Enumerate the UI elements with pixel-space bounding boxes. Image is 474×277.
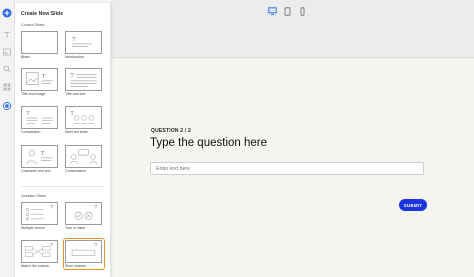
match-column-layout-icon [21, 240, 58, 263]
true-false-layout-icon [65, 202, 102, 225]
layout-label: Short answer [65, 264, 87, 268]
comparison-layout-icon [21, 106, 58, 129]
layout-label: Comparison [21, 130, 41, 134]
layout-label: Title and image [21, 92, 46, 96]
layout-label: Multiple choice [21, 226, 45, 230]
meet-team-layout-icon [65, 106, 102, 129]
title-image-layout-icon [21, 68, 58, 91]
grid-icon[interactable] [2, 79, 12, 91]
layout-card-title-image[interactable]: Title and image [21, 68, 59, 96]
desktop-icon[interactable] [267, 6, 277, 16]
media-icon[interactable] [2, 44, 12, 56]
device-switcher [267, 5, 307, 17]
tablet-icon[interactable] [282, 6, 292, 16]
layout-label: Conversation [65, 169, 87, 173]
text-icon[interactable] [2, 27, 12, 38]
layout-card-multiple-choice[interactable]: Multiple choice [21, 202, 59, 230]
layout-card-title-text[interactable]: Title and text [65, 68, 103, 96]
panel-title: Create New Slide [21, 11, 64, 17]
blank-layout-icon [21, 31, 58, 54]
question-slides-label: Question Slides [21, 194, 47, 198]
layout-card-blank[interactable]: Blank [21, 31, 59, 59]
add-icon[interactable] [2, 5, 12, 18]
section-divider [21, 186, 105, 187]
multiple-choice-layout-icon [21, 202, 58, 225]
introduction-layout-icon [65, 31, 102, 54]
submit-button[interactable]: SUBMIT [399, 199, 427, 211]
layout-label: Match the column [21, 264, 50, 268]
layout-label: Meet the team [65, 130, 88, 134]
layout-label: Blank [21, 55, 30, 59]
title-text-layout-icon [65, 68, 102, 91]
answer-input[interactable] [150, 162, 424, 175]
layout-card-character-text[interactable]: Character and text [21, 145, 59, 173]
tool-rail [0, 0, 15, 277]
layout-card-introduction[interactable]: Introduction [65, 31, 103, 59]
mobile-icon[interactable] [297, 6, 307, 16]
create-slide-panel: Create New Slide Content Slides Blank In… [15, 3, 111, 277]
layout-card-meet-team[interactable]: Meet the team [65, 106, 103, 134]
short-answer-layout-icon [65, 240, 102, 263]
layout-label: True or false [65, 226, 86, 230]
layout-card-short-answer[interactable]: Short answer [63, 238, 105, 270]
conversation-layout-icon [65, 145, 102, 168]
record-icon[interactable] [2, 98, 12, 111]
layout-card-match-column[interactable]: Match the column [21, 240, 59, 268]
question-number: QUESTION 2 / 2 [151, 128, 192, 134]
question-title[interactable]: Type the question here [150, 137, 267, 149]
content-slides-label: Content Slides [21, 23, 45, 27]
layout-label: Introduction [65, 55, 84, 59]
layout-label: Character and text [21, 169, 51, 173]
search-icon[interactable] [2, 61, 12, 73]
layout-card-true-false[interactable]: True or false [65, 202, 103, 230]
layout-card-comparison[interactable]: Comparison [21, 106, 59, 134]
layout-label: Title and text [65, 92, 86, 96]
character-text-layout-icon [21, 145, 58, 168]
layout-card-conversation[interactable]: Conversation [65, 145, 103, 173]
